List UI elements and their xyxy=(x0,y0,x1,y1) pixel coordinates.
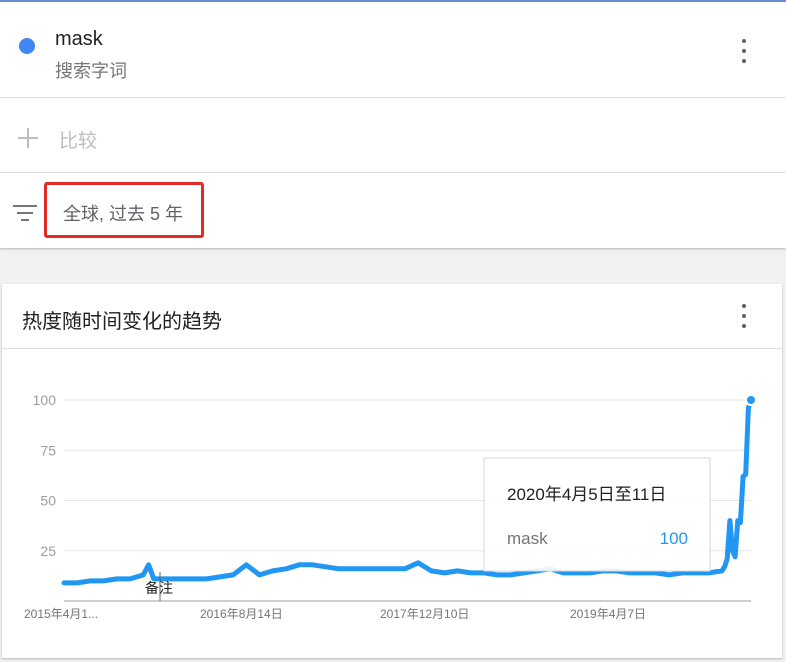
search-term-color-dot xyxy=(19,38,35,54)
x-tick-label: 2016年8月14日 xyxy=(200,607,283,621)
tooltip-value: 100 xyxy=(660,529,688,548)
tooltip-term: mask xyxy=(507,529,548,548)
annotation-label[interactable]: 备注 xyxy=(145,580,173,596)
search-term-name[interactable]: mask xyxy=(55,28,103,51)
chart-tooltip: 2020年4月5日至11日 mask 100 xyxy=(483,457,711,572)
y-tick-label: 100 xyxy=(33,392,57,408)
x-tick-label: 2019年4月7日 xyxy=(570,607,646,621)
x-tick-label: 2017年12月10日 xyxy=(380,607,469,621)
interest-over-time-card: 热度随时间变化的趋势 25 50 75 100 2015年4月1... 2016年8月1… xyxy=(2,284,782,658)
plus-icon[interactable] xyxy=(18,128,38,148)
y-tick-label: 50 xyxy=(40,493,56,509)
x-tick-label: 2015年4月1... xyxy=(24,607,98,621)
y-tick-label: 25 xyxy=(40,543,56,559)
filter-summary[interactable]: 全球, 过去 5 年 xyxy=(63,200,183,226)
filter-icon[interactable] xyxy=(13,205,37,221)
y-tick-label: 75 xyxy=(40,442,56,458)
interest-line-chart[interactable]: 25 50 75 100 2015年4月1... 2016年8月14日 2017年12月1… xyxy=(2,284,782,658)
compare-row[interactable]: 比较 xyxy=(0,98,786,173)
series-point-last[interactable] xyxy=(745,394,757,406)
filter-row: 全球, 过去 5 年 xyxy=(0,173,786,248)
more-options-icon[interactable] xyxy=(741,39,747,63)
search-term-panel: mask 搜索字词 比较 全球, 过去 5 年 xyxy=(0,2,786,248)
search-term-row[interactable]: mask 搜索字词 xyxy=(0,2,786,98)
tooltip-date: 2020年4月5日至11日 xyxy=(507,485,666,504)
compare-input[interactable]: 比较 xyxy=(59,126,97,153)
annotation-marker[interactable]: 备注 xyxy=(145,572,173,601)
search-term-type: 搜索字词 xyxy=(55,61,127,81)
filter-highlight-box[interactable]: 全球, 过去 5 年 xyxy=(44,182,204,238)
